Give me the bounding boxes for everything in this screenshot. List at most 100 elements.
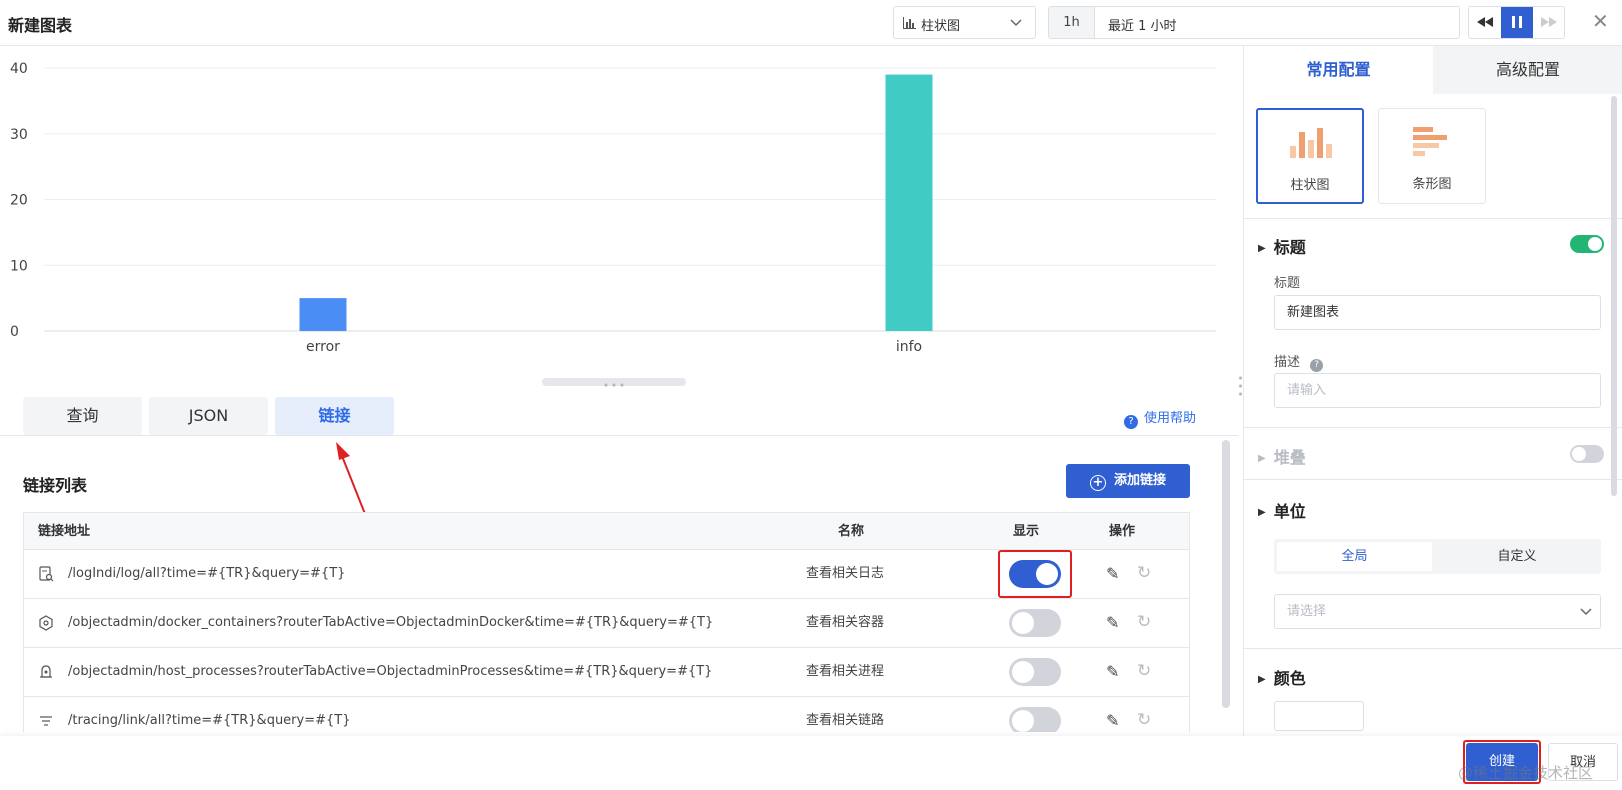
panel-divider [1244,648,1622,649]
title-input[interactable]: 新建图表 [1274,295,1601,330]
section-label: 颜色 [1273,669,1306,688]
process-icon [40,665,52,678]
toggle-knob [1012,661,1034,683]
tab-links[interactable]: 链接 [275,397,394,435]
unit-select-placeholder: 请选择 [1287,604,1327,619]
annotation-highlight [998,550,1072,598]
table-row: /objectadmin/host_processes?routerTabAct… [24,648,1189,697]
desc-field-label: 描述 ? [1274,351,1324,372]
color-picker[interactable] [1274,701,1364,731]
link-name: 查看相关链路 [806,713,885,728]
link-name: 查看相关进程 [806,664,885,679]
panel-divider [1244,427,1622,428]
links-table: 链接地址 名称 显示 操作 /logIndi/log/all?time=#{TR… [23,512,1190,732]
bar-info[interactable] [885,74,933,331]
refresh-icon[interactable]: ↻ [1137,661,1151,681]
add-link-label: 添加链接 [1113,473,1166,488]
tab-query[interactable]: 查询 [23,397,142,435]
chart-option-label: 柱状图 [1290,178,1330,193]
fast-forward-button[interactable] [1533,7,1565,38]
unit-global-option[interactable]: 全局 [1277,542,1432,571]
rewind-icon [1477,17,1493,27]
drag-dots-icon [1239,376,1242,396]
caret-right-icon: ▶ [1258,453,1266,464]
edit-icon[interactable]: ✎ [1106,613,1119,632]
links-section-title: 链接列表 [23,476,88,495]
edit-icon[interactable]: ✎ [1106,564,1119,583]
tab-json[interactable]: JSON [149,397,268,435]
rewind-button[interactable] [1469,7,1501,38]
config-panel: 常用配置 高级配置 柱状图 条形图 ▶ 标题 标题 新建图表 描述 ? 请输入 ▶… [1243,46,1622,736]
close-icon[interactable]: ✕ [1592,9,1609,33]
help-link[interactable]: ? 使用帮助 [1124,407,1196,429]
chart-option-bar[interactable]: 柱状图 [1256,108,1364,204]
link-name: 查看相关日志 [806,566,885,581]
unit-custom-option[interactable]: 自定义 [1437,542,1597,571]
chart-type-value: 柱状图 [921,19,961,34]
horizontal-bar-icon [1413,127,1447,156]
show-toggle[interactable] [1009,609,1061,637]
section-label: 单位 [1273,502,1306,521]
tab-advanced-config[interactable]: 高级配置 [1433,46,1622,94]
bar-chart-icon [903,17,916,29]
section-label: 标题 [1273,238,1306,257]
dialog-footer [0,736,1622,790]
desc-label-text: 描述 [1274,355,1301,370]
y-tick-label: 40 [10,61,28,77]
section-color[interactable]: ▶ 颜色 [1258,665,1306,689]
fast-forward-icon [1541,17,1557,27]
bar-error[interactable] [299,298,347,331]
x-tick-label: info [896,339,922,355]
section-unit[interactable]: ▶ 单位 [1258,498,1306,522]
link-address: /objectadmin/docker_containers?routerTab… [68,615,714,630]
pause-button[interactable] [1501,7,1533,38]
y-tick-label: 10 [10,258,28,274]
col-name: 名称 [838,524,865,539]
section-title-toggle[interactable]: ▶ 标题 [1258,234,1306,258]
chevron-down-icon [1580,608,1592,616]
toggle-knob [1572,447,1586,461]
title-switch[interactable] [1570,235,1604,253]
link-name: 查看相关容器 [806,615,885,630]
link-address: /logIndi/log/all?time=#{TR}&query=#{T} [68,566,346,581]
tab-common-config[interactable]: 常用配置 [1244,46,1433,94]
show-toggle[interactable] [1009,658,1061,686]
y-tick-label: 0 [10,324,19,340]
x-tick-label: error [306,339,340,355]
add-link-button[interactable]: + 添加链接 [1066,464,1190,498]
chart-option-horizontal-bar[interactable]: 条形图 [1378,108,1486,204]
help-icon[interactable]: ? [1310,359,1324,372]
panel-divider [1244,479,1622,480]
help-label: 使用帮助 [1144,411,1197,426]
desc-input[interactable]: 请输入 [1274,373,1601,408]
links-scrollbar[interactable] [1222,440,1230,708]
toggle-knob [1012,612,1034,634]
unit-segmented-control: 全局 自定义 [1274,539,1601,574]
section-stack[interactable]: ▶ 堆叠 [1258,444,1306,468]
edit-icon[interactable]: ✎ [1106,662,1119,681]
refresh-icon[interactable]: ↻ [1137,710,1151,730]
resize-handle[interactable] [542,378,686,387]
drag-dots-icon [604,383,624,387]
edit-icon[interactable]: ✎ [1106,711,1119,730]
link-address: /tracing/link/all?time=#{TR}&query=#{T} [68,713,351,728]
chart-option-label: 条形图 [1412,177,1452,192]
table-row: /logIndi/log/all?time=#{TR}&query=#{T} 查… [24,550,1189,599]
config-scrollbar[interactable] [1611,96,1617,496]
col-show: 显示 [1013,524,1040,539]
link-address: /objectadmin/host_processes?routerTabAct… [68,664,713,679]
watermark: @稀土掘金技术社区 [1458,764,1594,782]
time-range-picker[interactable]: 1h 最近 1 小时 [1048,6,1460,39]
playback-controls [1468,6,1565,39]
unit-select[interactable]: 请选择 [1274,594,1601,629]
table-row: /objectadmin/docker_containers?routerTab… [24,599,1189,648]
show-toggle[interactable] [1009,707,1061,732]
panel-divider [1244,218,1622,219]
chart-type-select[interactable]: 柱状图 [893,6,1036,39]
stack-switch[interactable] [1570,445,1604,463]
caret-right-icon: ▶ [1258,507,1266,518]
refresh-icon[interactable]: ↻ [1137,612,1151,632]
panel-resize-handle[interactable] [1239,372,1242,402]
refresh-icon[interactable]: ↻ [1137,563,1151,583]
log-search-icon [39,566,54,582]
